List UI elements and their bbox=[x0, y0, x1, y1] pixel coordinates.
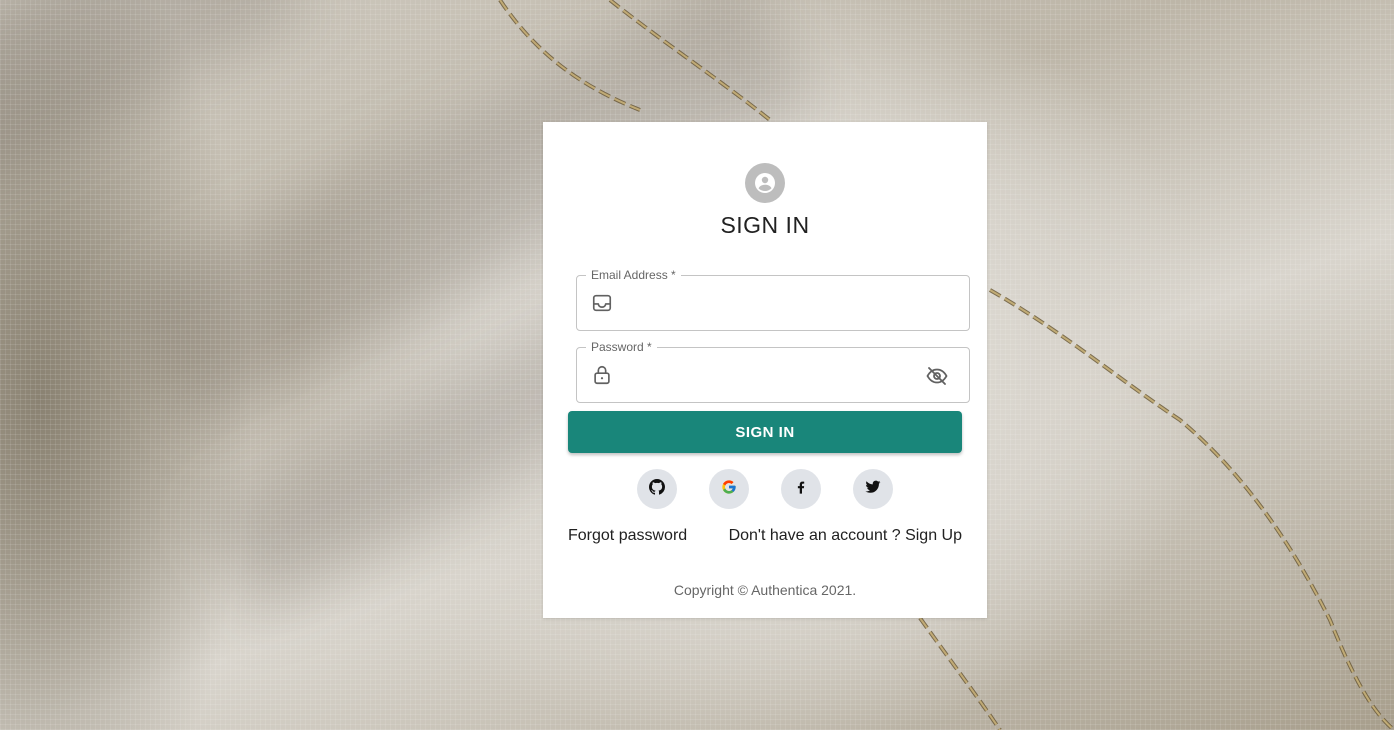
sign-in-button[interactable]: SIGN IN bbox=[568, 411, 962, 453]
twitter-login-button[interactable] bbox=[853, 469, 893, 509]
sign-up-link[interactable]: Don't have an account ? Sign Up bbox=[729, 527, 962, 545]
email-field[interactable]: Email Address * bbox=[576, 268, 970, 331]
lock-icon bbox=[591, 364, 613, 386]
forgot-password-link[interactable]: Forgot password bbox=[568, 527, 687, 545]
social-login-group bbox=[637, 469, 893, 509]
github-login-button[interactable] bbox=[637, 469, 677, 509]
password-field[interactable]: Password * bbox=[576, 340, 970, 403]
eye-off-icon[interactable] bbox=[925, 364, 949, 388]
copyright-text: Copyright © Authentica 2021. bbox=[673, 582, 857, 598]
twitter-icon bbox=[865, 479, 881, 500]
page-title: SIGN IN bbox=[720, 212, 810, 238]
google-icon bbox=[721, 479, 737, 500]
inbox-icon bbox=[591, 292, 613, 314]
password-input[interactable] bbox=[621, 348, 921, 402]
github-icon bbox=[649, 478, 665, 500]
sign-in-card: SIGN IN Email Address * Password * SIGN … bbox=[543, 122, 987, 618]
google-login-button[interactable] bbox=[709, 469, 749, 509]
facebook-login-button[interactable] bbox=[781, 469, 821, 509]
facebook-icon bbox=[793, 479, 809, 500]
user-avatar-icon bbox=[745, 163, 785, 203]
email-input[interactable] bbox=[621, 276, 921, 330]
